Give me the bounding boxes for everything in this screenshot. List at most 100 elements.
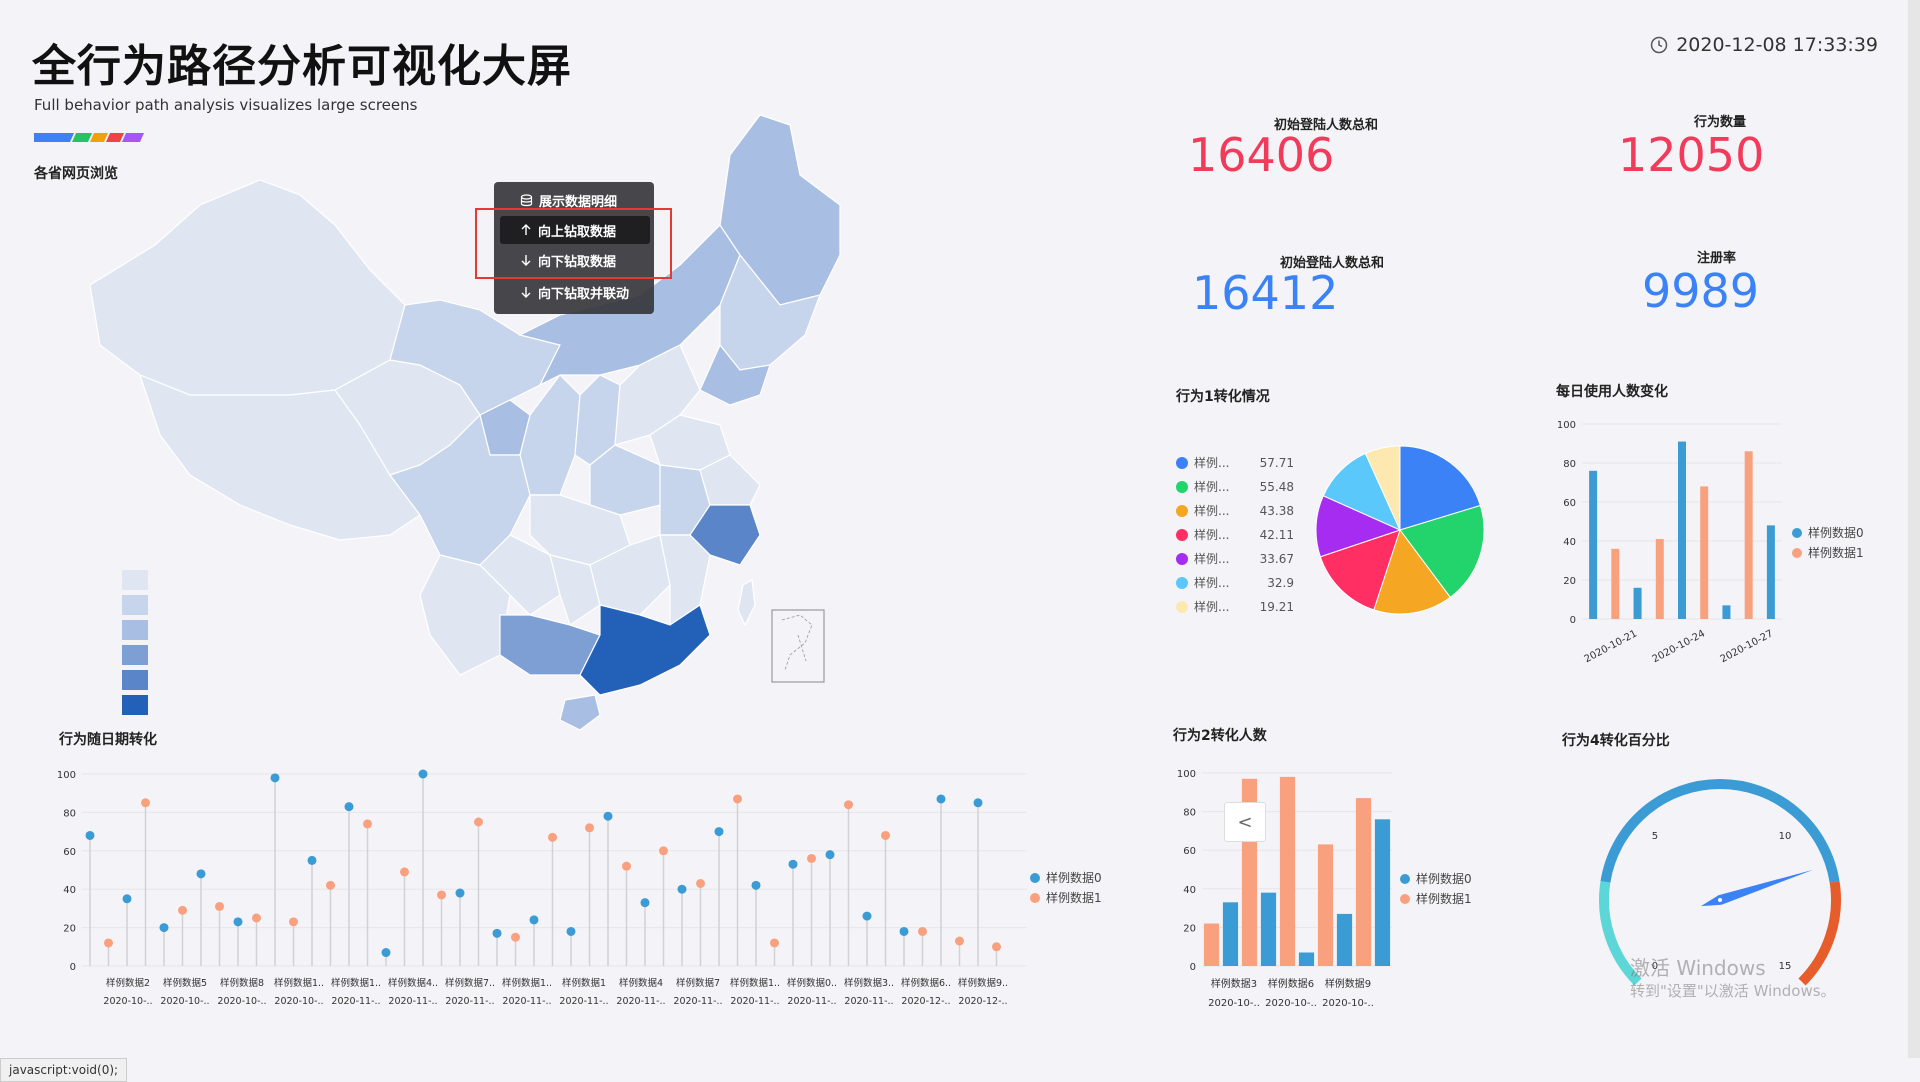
x-tick-label: 样例数据1.. xyxy=(331,977,381,989)
pie-legend-item[interactable]: 样例... 32.9 xyxy=(1176,574,1296,591)
lollipop-point xyxy=(178,905,187,915)
lollipop-point xyxy=(936,794,946,804)
legend-value: 57.71 xyxy=(1259,455,1294,470)
legend-dot xyxy=(1400,873,1410,884)
legend-series1[interactable]: 样例数据1 xyxy=(1792,544,1864,561)
pie-legend-item[interactable]: 样例... 19.21 xyxy=(1176,598,1296,615)
legend-series1[interactable]: 样例数据1 xyxy=(1400,890,1472,907)
x-tick-label: 样例数据7 xyxy=(676,977,720,989)
x-tick-label: 样例数据2 xyxy=(106,977,150,989)
legend-dot xyxy=(1400,893,1410,904)
y-tick-label: 40 xyxy=(1183,885,1196,896)
map-legend-swatch[interactable] xyxy=(122,670,148,690)
bar xyxy=(1722,605,1731,619)
status-bar-url: javascript:void(0); xyxy=(0,1058,128,1082)
gauge-center xyxy=(1718,898,1722,902)
pie-legend-item[interactable]: 样例... 42.11 xyxy=(1176,526,1296,543)
lollipop-point xyxy=(899,926,909,936)
x-date-label: 2020-10-.. xyxy=(103,996,152,1007)
pie-legend-item[interactable]: 样例... 43.38 xyxy=(1176,502,1296,519)
legend-dot xyxy=(1030,872,1040,883)
map-region xyxy=(737,579,756,627)
arrow-down-icon xyxy=(521,287,531,298)
y-tick-label: 80 xyxy=(1563,459,1576,470)
lollipop-point xyxy=(807,853,816,863)
x-tick-label: 样例数据3 xyxy=(1211,977,1257,990)
bar xyxy=(1260,892,1277,966)
lollipop-point xyxy=(381,948,391,958)
legend-series0[interactable]: 样例数据0 xyxy=(1792,524,1864,541)
map-legend-swatch[interactable] xyxy=(122,620,148,640)
lollipop-point xyxy=(788,859,798,869)
pie-chart[interactable] xyxy=(1310,440,1490,620)
lollipop-point xyxy=(196,869,206,879)
x-date-label: 2020-10-.. xyxy=(1208,998,1260,1009)
x-date-label: 2020-11-.. xyxy=(502,996,551,1007)
x-tick-label: 样例数据1 xyxy=(562,977,606,989)
legend-value: 33.67 xyxy=(1259,551,1294,566)
bar xyxy=(1355,798,1372,966)
bar xyxy=(1589,470,1598,619)
lollipop-point xyxy=(677,884,687,894)
lollipop-point xyxy=(474,817,483,827)
legend-value: 55.48 xyxy=(1259,479,1294,494)
lollipop-point xyxy=(289,917,298,927)
lollipop-point xyxy=(529,915,539,925)
daily-title: 每日使用人数变化 xyxy=(1556,384,1668,400)
bar xyxy=(1203,923,1220,966)
lollipop-chart[interactable]: 0 20 40 60 80 100 样例数据2 样例数据5 样例数据8 样例数据1.. 样例数据1.… xyxy=(40,760,1030,1020)
clock-icon xyxy=(1650,36,1668,54)
x-tick-label: 样例数据3.. xyxy=(844,977,894,989)
y-tick-label: 100 xyxy=(1557,420,1576,431)
lollipop-point xyxy=(418,769,428,779)
x-tick-label: 样例数据1.. xyxy=(730,977,780,989)
pie-legend-item[interactable]: 样例... 33.67 xyxy=(1176,550,1296,567)
x-date-label: 2020-11-.. xyxy=(559,996,608,1007)
lollipop-point xyxy=(215,901,224,911)
bar2-chart[interactable]: 0 20 40 60 80 100 样例数据3 样例数据6 样例数据9 2020-10-.. 202… xyxy=(1160,755,1410,1025)
map-region xyxy=(89,179,406,401)
highlight-box xyxy=(475,208,672,279)
lollipop-point xyxy=(566,926,576,936)
map-legend-swatch[interactable] xyxy=(122,595,148,615)
legend-series0[interactable]: 样例数据0 xyxy=(1400,870,1472,887)
daily-bar-chart[interactable]: 0 20 40 60 80 100 2020-10-21 2020-10-24 2020-10-… xyxy=(1550,410,1800,680)
lollipop-point xyxy=(992,942,1001,952)
x-tick-label: 2020-10-21 xyxy=(1583,628,1639,665)
legend-series1[interactable]: 样例数据1 xyxy=(1030,889,1102,906)
y-tick-label: 20 xyxy=(1183,923,1196,934)
prev-page-button[interactable]: < xyxy=(1224,802,1266,842)
pie-legend-item[interactable]: 样例... 57.71 xyxy=(1176,454,1296,471)
lollipop-point xyxy=(159,923,169,933)
bar xyxy=(1374,819,1391,966)
legend-series0[interactable]: 样例数据0 xyxy=(1030,869,1102,886)
lollipop-point xyxy=(733,794,742,804)
bar xyxy=(1700,486,1709,619)
x-date-label: 2020-11-.. xyxy=(445,996,494,1007)
vertical-scrollbar[interactable] xyxy=(1908,0,1920,1058)
lollipop-point xyxy=(955,936,964,946)
x-date-label: 2020-10-.. xyxy=(274,996,323,1007)
map-legend-swatch[interactable] xyxy=(122,645,148,665)
x-tick-label: 样例数据9 xyxy=(1325,977,1371,990)
gauge-band xyxy=(1600,779,1840,883)
map-legend-swatch[interactable] xyxy=(122,695,148,715)
pie-legend-item[interactable]: 样例... 55.48 xyxy=(1176,478,1296,495)
x-tick-label: 样例数据1.. xyxy=(274,977,324,989)
x-date-label: 2020-11-.. xyxy=(787,996,836,1007)
activation-watermark-sub: 转到"设置"以激活 Windows。 xyxy=(1630,982,1836,1000)
y-tick-label: 60 xyxy=(63,847,76,858)
map-legend-swatch[interactable] xyxy=(122,570,148,590)
bar xyxy=(1279,776,1296,966)
x-date-label: 2020-11-.. xyxy=(331,996,380,1007)
menu-item-drill-down-link[interactable]: 向下钻取并联动 xyxy=(500,278,650,306)
legend-dot xyxy=(1176,528,1188,541)
x-tick-label: 样例数据7.. xyxy=(445,977,495,989)
kpi-value: 16412 xyxy=(1192,266,1339,320)
legend-label: 样例... xyxy=(1194,600,1230,614)
lollipop-point xyxy=(918,926,927,936)
lollipop-point xyxy=(400,867,409,877)
x-tick-label: 样例数据1.. xyxy=(502,977,552,989)
pie-title: 行为1转化情况 xyxy=(1176,389,1270,405)
china-map[interactable] xyxy=(60,95,850,735)
